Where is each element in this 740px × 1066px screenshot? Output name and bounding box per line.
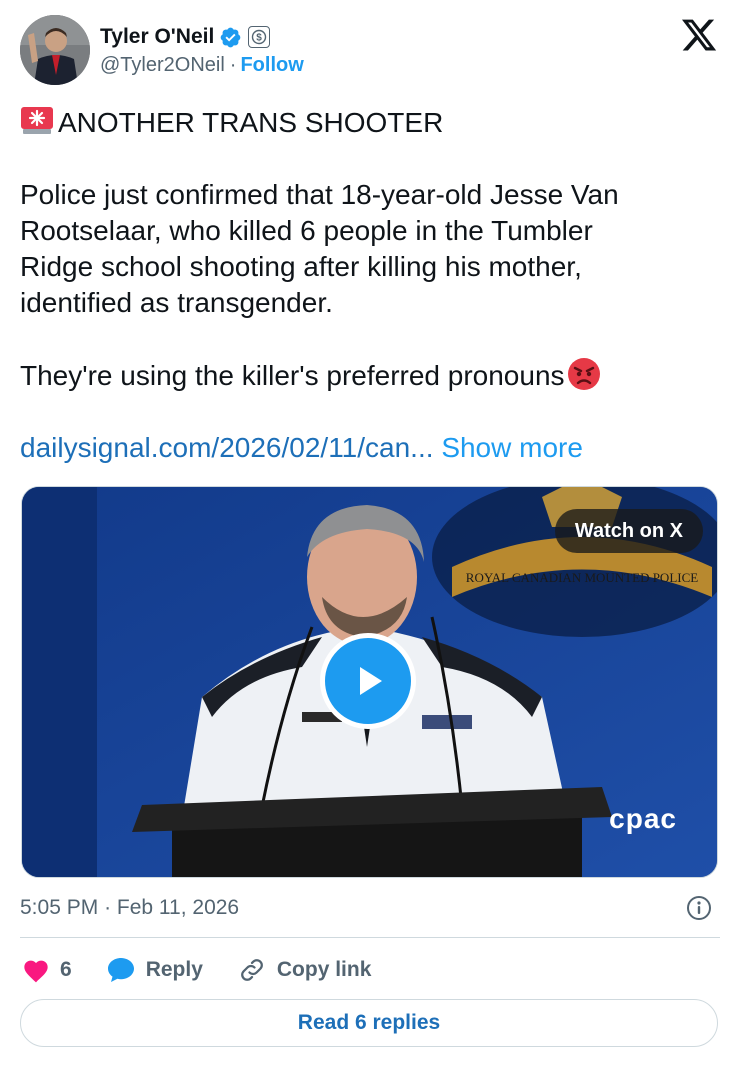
x-logo-icon[interactable] [680, 16, 718, 54]
tweet-headline: ANOTHER TRANS SHOOTER [58, 107, 444, 138]
tweet-body-line: identified as transgender. [20, 287, 333, 318]
divider [20, 937, 720, 938]
info-icon[interactable] [685, 894, 713, 922]
tweet-body-line: Rootselaar, who killed 6 people in the T… [20, 215, 593, 246]
heart-icon [24, 960, 48, 983]
play-button[interactable] [320, 633, 416, 729]
tweet-date: Feb 11, 2026 [116, 896, 240, 919]
copy-link-label: Copy link [276, 958, 372, 981]
play-icon [360, 667, 382, 695]
tweet-time: 5:05 PM [20, 896, 99, 919]
tweet-body-line: Ridge school shooting after killing his … [20, 251, 582, 282]
verified-badge-icon [220, 27, 241, 47]
crest-text: ROYAL CANADIAN MOUNTED POLICE [466, 570, 698, 585]
tweet-body-line: Police just confirmed that 18-year-old J… [20, 179, 619, 210]
angry-emoji-icon [567, 358, 600, 390]
read-replies-button[interactable]: Read 6 replies [20, 999, 718, 1047]
follow-button[interactable]: Follow [240, 54, 303, 77]
action-bar: 6 Reply Copy link [22, 952, 405, 988]
avatar[interactable] [20, 15, 90, 85]
reply-button[interactable]: Reply [106, 956, 203, 984]
handle-separator: · [229, 54, 237, 76]
reply-label: Reply [145, 958, 203, 981]
subscription-dollar-icon: $ [248, 26, 271, 48]
copy-link-button[interactable]: Copy link [237, 955, 372, 985]
video-media[interactable]: ROYAL CANADIAN MOUNTED POLICE Watch on X… [21, 486, 718, 878]
author-block: Tyler O'Neil $ @Tyler2ONeil · Follow [100, 22, 304, 77]
alarm-emoji-icon [21, 107, 53, 134]
tweet-pronoun-line: They're using the killer's preferred pro… [20, 360, 565, 391]
reply-bubble-icon [107, 958, 134, 982]
link-icon [240, 959, 263, 981]
svg-text:$: $ [257, 33, 263, 44]
watch-on-x-button[interactable]: Watch on X [554, 509, 703, 553]
author-name[interactable]: Tyler O'Neil [100, 25, 214, 49]
like-count: 6 [60, 958, 72, 981]
tweet-link[interactable]: dailysignal.com/2026/02/11/can... [20, 432, 434, 463]
tweet-text: ANOTHER TRANS SHOOTER Police just confir… [20, 105, 720, 466]
show-more-link[interactable]: Show more [441, 432, 583, 463]
cpac-watermark: cpac [609, 803, 677, 834]
author-handle[interactable]: @Tyler2ONeil [100, 54, 225, 77]
like-button[interactable]: 6 [22, 957, 72, 983]
tweet-timestamp[interactable]: 5:05 PM · Feb 11, 2026 [20, 896, 239, 920]
timestamp-separator: · [104, 896, 112, 919]
